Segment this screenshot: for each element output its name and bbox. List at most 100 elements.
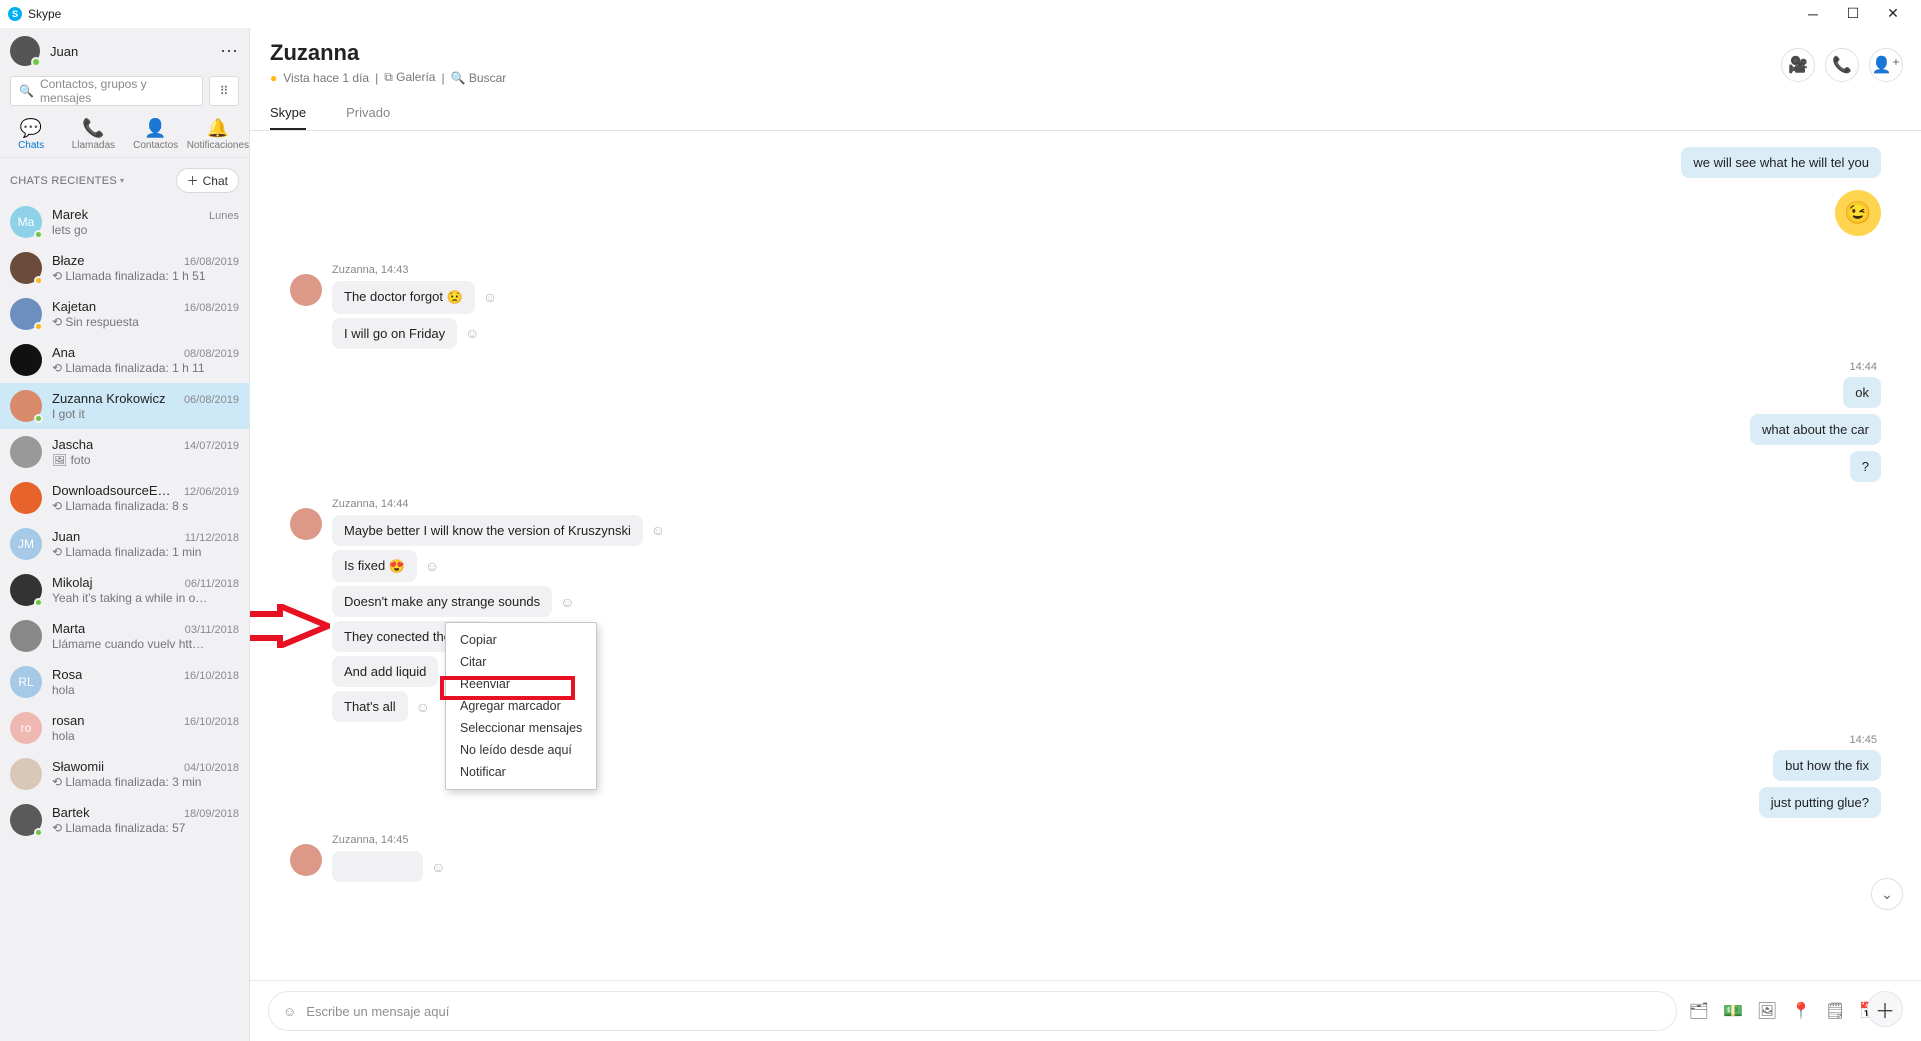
add-people-button[interactable]: 👤⁺ [1869, 48, 1903, 82]
message-in[interactable]: Doesn't make any strange sounds [332, 586, 552, 617]
chat-item[interactable]: Sławomii04/10/2018⟲ Llamada finalizada: … [0, 751, 249, 797]
tab-contacts[interactable]: 👤Contactos [125, 112, 187, 157]
chat-item[interactable]: JMJuan11/12/2018⟲ Llamada finalizada: 1 … [0, 521, 249, 567]
avatar [10, 298, 42, 330]
heart-eyes-emoji: 😍 [389, 558, 405, 573]
plus-icon: ＋ [187, 172, 199, 189]
add-button[interactable]: ＋ [1867, 991, 1903, 1027]
context-menu-item[interactable]: No leído desde aquí [446, 739, 596, 761]
chat-item[interactable]: Ana08/08/2019⟲ Llamada finalizada: 1 h 1… [0, 337, 249, 383]
current-user-name[interactable]: Juan [50, 44, 78, 59]
media-icon[interactable]: 🖼 [1757, 1001, 1777, 1021]
file-icon[interactable]: 🗒 [1825, 1001, 1845, 1021]
presence-away-icon: ● [270, 71, 277, 85]
chat-item[interactable]: DownloadsourceES España12/06/2019⟲ Llama… [0, 475, 249, 521]
search-in-conversation-link[interactable]: 🔍 Buscar [451, 71, 507, 85]
chat-item[interactable]: Mikolaj06/11/2018Yeah it's taking a whil… [0, 567, 249, 613]
tab-notifications[interactable]: 🔔Notificaciones [187, 112, 249, 157]
avatar [10, 252, 42, 284]
chat-item-name: DownloadsourceES España [52, 483, 178, 498]
maximize-button[interactable]: ☐ [1833, 0, 1873, 28]
react-icon[interactable]: ☺ [431, 859, 445, 875]
chat-item[interactable]: MaMarekLuneslets go [0, 199, 249, 245]
message-in[interactable]: I will go on Friday [332, 318, 457, 349]
chat-item[interactable]: Zuzanna Krokowicz06/08/2019I got it [0, 383, 249, 429]
message-out[interactable]: ok [1843, 377, 1881, 408]
message-in[interactable]: And add liquid [332, 656, 438, 687]
bell-icon: 🔔 [187, 118, 249, 139]
money-icon[interactable]: 💵 [1723, 1001, 1743, 1021]
sender-avatar[interactable] [290, 508, 322, 540]
tab-calls[interactable]: 📞Llamadas [62, 112, 124, 157]
chat-item[interactable]: rorosan16/10/2018hola [0, 705, 249, 751]
contact-card-icon[interactable]: 🗂 [1689, 1001, 1709, 1021]
avatar: RL [10, 666, 42, 698]
chat-item[interactable]: Jascha14/07/2019🖼 foto [0, 429, 249, 475]
message-out[interactable]: what about the car [1750, 414, 1881, 445]
search-input[interactable]: 🔍 Contactos, grupos y mensajes [10, 76, 203, 106]
message-in[interactable]: Is fixed 😍 [332, 550, 417, 583]
chat-item-time: 12/06/2019 [184, 486, 239, 498]
message-out[interactable]: ? [1850, 451, 1881, 482]
chat-item[interactable]: RLRosa16/10/2018hola [0, 659, 249, 705]
current-user-avatar[interactable] [10, 36, 40, 66]
chat-item-time: 08/08/2019 [184, 348, 239, 360]
chevron-down-icon: ⌄ [1881, 886, 1893, 903]
context-menu-item[interactable]: Agregar marcador [446, 695, 596, 717]
emoji-picker-icon[interactable]: ☺ [283, 1004, 296, 1019]
message-in[interactable]: That's all [332, 691, 408, 722]
avatar [10, 344, 42, 376]
message-input[interactable]: ☺ Escribe un mensaje aquí [268, 991, 1677, 1031]
react-icon[interactable]: ☺ [651, 522, 665, 538]
message-in[interactable]: placeholder [332, 851, 423, 882]
tab-skype[interactable]: Skype [270, 97, 306, 130]
avatar [10, 436, 42, 468]
react-icon[interactable]: ☺ [483, 289, 497, 305]
gallery-link[interactable]: ⧉ Galería [384, 70, 435, 85]
video-call-button[interactable]: 🎥 [1781, 48, 1815, 82]
messages-area[interactable]: we will see what he will tel you 😉 Zuzan… [250, 131, 1921, 980]
message-out[interactable]: we will see what he will tel you [1681, 147, 1881, 178]
avatar [10, 482, 42, 514]
chat-item-time: 16/10/2018 [184, 670, 239, 682]
chat-item-preview: hola [52, 683, 239, 697]
tab-private[interactable]: Privado [346, 97, 390, 130]
wink-emoji[interactable]: 😉 [1835, 190, 1881, 236]
sender-avatar[interactable] [290, 844, 322, 876]
audio-call-button[interactable]: 📞 [1825, 48, 1859, 82]
phone-icon: 📞 [62, 118, 124, 139]
chat-list[interactable]: MaMarekLuneslets goBłaze16/08/2019⟲ Llam… [0, 199, 249, 1041]
dialpad-button[interactable]: ⠿ [209, 76, 239, 106]
message-out[interactable]: but how the fix [1773, 750, 1881, 781]
react-icon[interactable]: ☺ [465, 325, 479, 341]
chat-item-time: 16/10/2018 [184, 716, 239, 728]
new-chat-button[interactable]: ＋Chat [176, 168, 239, 193]
recents-label[interactable]: CHATS RECIENTES [10, 175, 117, 187]
location-icon[interactable]: 📍 [1791, 1001, 1811, 1021]
message-in[interactable]: Maybe better I will know the version of … [332, 515, 643, 546]
message-in[interactable]: The doctor forgot 😟 [332, 281, 475, 314]
context-menu-item[interactable]: Citar [446, 651, 596, 673]
tab-chats[interactable]: 💬Chats [0, 112, 62, 157]
chat-item[interactable]: Błaze16/08/2019⟲ Llamada finalizada: 1 h… [0, 245, 249, 291]
chat-item[interactable]: Kajetan16/08/2019⟲ Sin respuesta [0, 291, 249, 337]
more-button[interactable]: ⋯ [220, 41, 239, 62]
minimize-button[interactable]: ─ [1793, 0, 1833, 28]
chat-item-preview: ⟲ Llamada finalizada: 1 min [52, 545, 239, 559]
chat-item[interactable]: Marta03/11/2018Llámame cuando vuelv htt… [0, 613, 249, 659]
chat-item[interactable]: Bartek18/09/2018⟲ Llamada finalizada: 57 [0, 797, 249, 843]
chat-item-preview: ⟲ Llamada finalizada: 1 h 51 [52, 269, 239, 283]
sender-avatar[interactable] [290, 274, 322, 306]
context-menu-item[interactable]: Copiar [446, 629, 596, 651]
react-icon[interactable]: ☺ [560, 594, 574, 610]
scroll-to-bottom-button[interactable]: ⌄ [1871, 878, 1903, 910]
react-icon[interactable]: ☺ [425, 558, 439, 574]
context-menu-item[interactable]: Seleccionar mensajes [446, 717, 596, 739]
close-button[interactable]: ✕ [1873, 0, 1913, 28]
context-menu-item[interactable]: Notificar [446, 761, 596, 783]
react-icon[interactable]: ☺ [416, 699, 430, 715]
chat-icon: 💬 [0, 118, 62, 139]
context-menu-item[interactable]: Reenviar [446, 673, 596, 695]
message-out[interactable]: just putting glue? [1759, 787, 1881, 818]
contacts-icon: 👤 [125, 118, 187, 139]
